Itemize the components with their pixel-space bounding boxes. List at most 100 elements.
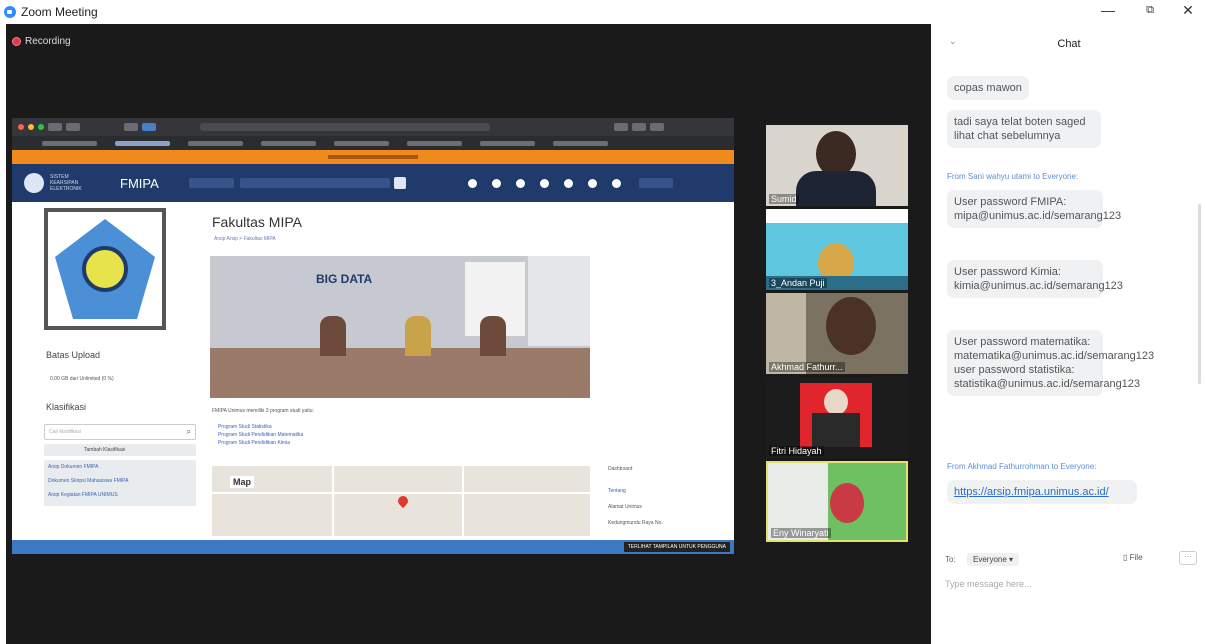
chevron-down-icon[interactable]: ⌄	[949, 36, 957, 47]
chat-sender: From Akhmad Fathurrohman to Everyone:	[947, 462, 1097, 471]
search-scope-select	[188, 178, 234, 188]
settings-icon	[539, 178, 549, 188]
participant-name: Eny Winaryati	[771, 528, 831, 538]
zoom-logo-icon	[4, 6, 16, 18]
participant-name: Sumid	[769, 194, 799, 204]
chat-composer: To: Everyone ▾ ▯ File ··· Type message h…	[933, 545, 1205, 644]
recipient-select[interactable]: Everyone ▾	[967, 553, 1020, 566]
edit-icon	[491, 178, 501, 188]
dashboard-item: Kedungmundu Raya No.	[608, 520, 663, 526]
location-map: Map	[212, 466, 590, 536]
tabs-icon	[632, 123, 646, 131]
close-button[interactable]: ✕	[1178, 2, 1198, 19]
recording-indicator[interactable]: Recording	[12, 36, 71, 47]
chat-message: tadi saya telat boten saged lihat chat s…	[947, 110, 1101, 148]
restore-button[interactable]: ⧉	[1140, 4, 1160, 17]
dashboard-item: Tentang	[608, 488, 626, 494]
logout-button	[638, 178, 673, 188]
breadcrumb: Arsip Arsip > Fakultas MIPA	[214, 236, 276, 242]
chat-input[interactable]: Type message here...	[945, 579, 1032, 589]
participant-video-active-speaker[interactable]: Eny Winaryati	[766, 461, 908, 542]
zoom-dot-icon	[38, 124, 44, 130]
participant-name: Akhmad Fathurr...	[769, 362, 845, 372]
chat-messages[interactable]: copas mawon tadi saya telat boten saged …	[933, 64, 1205, 540]
site-title: FMIPA	[120, 175, 159, 191]
program-link: Program Studi Statistika	[218, 424, 272, 430]
sidebar-icon	[124, 123, 138, 131]
program-link: Program Studi Pendidikan Matematika	[218, 432, 304, 438]
chat-message-link: https://arsip.fmipa.unimus.ac.id/	[947, 480, 1137, 504]
classification-list: Arsip Dokumen FMIPA Dokumen Skripsi Maha…	[44, 460, 196, 506]
chat-title: Chat	[1057, 38, 1081, 50]
to-label: To:	[945, 555, 956, 564]
wrench-icon	[563, 178, 573, 188]
add-classification-button: Tambah Klasifikasi	[44, 444, 196, 456]
back-icon	[48, 123, 62, 131]
search-icon: ⌕	[186, 427, 191, 436]
forward-icon	[66, 123, 80, 131]
file-icon: ▯	[1123, 553, 1130, 562]
notice-bar	[12, 150, 734, 164]
upload-limit-heading: Batas Upload	[46, 350, 101, 360]
close-dot-icon	[18, 124, 24, 130]
download-icon	[515, 178, 525, 188]
map-pin-icon	[395, 493, 411, 509]
recording-label: Recording	[25, 36, 71, 47]
share-icon	[614, 123, 628, 131]
upload-limit-value: 0,00 GB dari Unlimited (0 %)	[50, 376, 114, 382]
program-link: Program Studi Pendidikan Kimia	[218, 440, 290, 446]
chat-sender: From Sani wahyu utami to Everyone:	[947, 172, 1079, 181]
participant-video[interactable]: Sumid	[766, 125, 908, 206]
title-bar: Zoom Meeting — ⧉ ✕	[0, 0, 1205, 24]
participant-video[interactable]: Akhmad Fathurr...	[766, 293, 908, 374]
window-title: Zoom Meeting	[21, 5, 98, 19]
site-search-icon	[393, 177, 406, 189]
shared-link[interactable]: https://arsip.fmipa.unimus.ac.id/	[954, 486, 1109, 498]
participant-name: Fitri Hidayah	[769, 446, 824, 456]
classification-heading: Klasifikasi	[46, 402, 87, 412]
classification-search: Cari klasifikasi ⌕	[44, 424, 196, 440]
university-emblem	[44, 208, 166, 330]
site-search-input	[239, 178, 390, 188]
browser-toolbar	[12, 118, 734, 136]
file-label: File	[1129, 553, 1143, 562]
file-button[interactable]: ▯ File	[1123, 553, 1143, 562]
event-banner: BIG DATA	[210, 256, 590, 398]
dashboard-heading: Dashboard	[608, 466, 633, 472]
page-footer: TERLIHAT TAMPILAN UNTUK PENGGUNA	[12, 540, 734, 554]
info-icon	[611, 178, 621, 188]
minimize-button[interactable]: —	[1098, 2, 1118, 18]
chat-scrollbar[interactable]	[1198, 204, 1201, 384]
site-logo-icon	[24, 173, 44, 193]
chat-header: ⌄ Chat	[933, 24, 1205, 64]
program-intro: FMIPA Unimus memiliki 3 program studi ya…	[212, 408, 314, 414]
shared-screen[interactable]: SISTEM KEARSIPAN ELEKTRONIK FMIPA Batas …	[12, 118, 734, 554]
minimize-dot-icon	[28, 124, 34, 130]
classification-link: Arsip Dokumen FMIPA	[48, 464, 99, 470]
chat-message: copas mawon	[947, 76, 1029, 100]
add-tab-icon	[650, 123, 664, 131]
participant-video[interactable]: Fitri Hidayah	[766, 377, 908, 458]
footer-note: TERLIHAT TAMPILAN UNTUK PENGGUNA	[623, 542, 730, 552]
add-icon	[467, 178, 477, 188]
globe-icon	[587, 178, 597, 188]
tab-overview-icon	[142, 123, 156, 131]
participant-video[interactable]: 3_Andan Puji	[766, 209, 908, 290]
map-label: Map	[230, 476, 254, 488]
more-options-button[interactable]: ···	[1179, 551, 1197, 565]
classification-link: Dokumen Skripsi Mahasiswa FMIPA	[48, 478, 129, 484]
classification-link: Arsip Kegiatan FMIPA UNIMUS	[48, 492, 118, 498]
participant-name: 3_Andan Puji	[769, 278, 827, 288]
banner-title: BIG DATA	[316, 272, 373, 286]
address-bar	[200, 123, 490, 131]
browser-tabs	[12, 136, 734, 150]
chat-message: User password matematika: matematika@uni…	[947, 330, 1154, 396]
site-content: Batas Upload 0,00 GB dari Unlimited (0 %…	[12, 202, 734, 554]
dashboard-item: Alamat Unimus	[608, 504, 642, 510]
site-name: SISTEM KEARSIPAN ELEKTRONIK	[50, 174, 82, 192]
recording-icon	[12, 37, 21, 46]
page-title: Fakultas MIPA	[212, 214, 302, 230]
site-navbar: SISTEM KEARSIPAN ELEKTRONIK FMIPA	[12, 164, 734, 202]
chat-message: User password FMIPA: mipa@unimus.ac.id/s…	[947, 190, 1121, 228]
chat-message: User password Kimia: kimia@unimus.ac.id/…	[947, 260, 1123, 298]
